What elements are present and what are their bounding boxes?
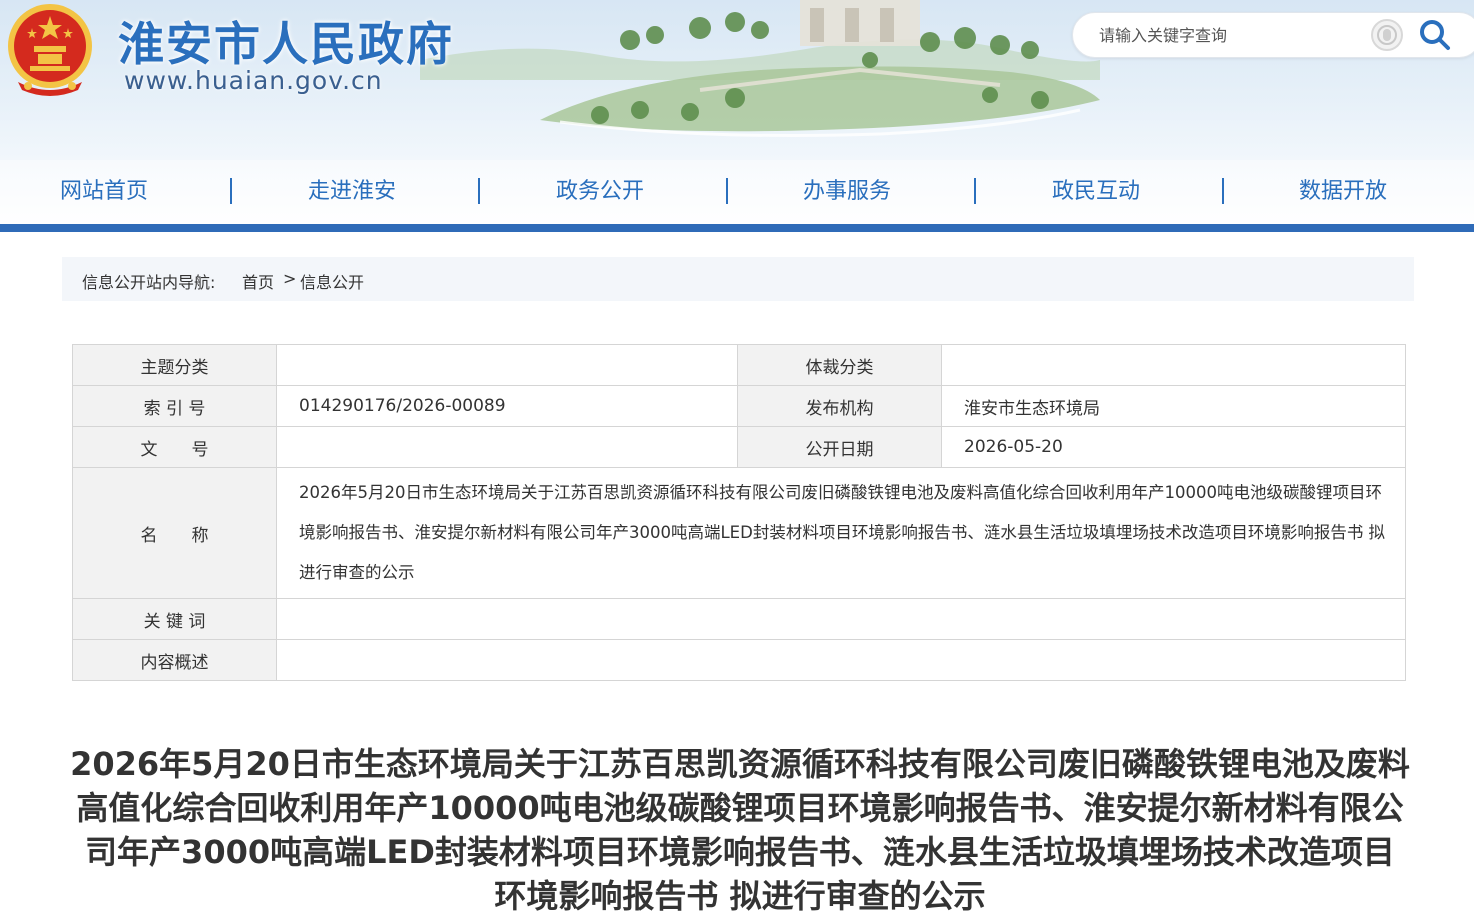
nav-underline-bar [0, 224, 1474, 232]
summary-label: 内容概述 [72, 639, 277, 681]
search-box [1072, 12, 1474, 58]
table-row: 关 键 词 [72, 598, 1406, 640]
name-label: 名 称 [72, 467, 277, 599]
accessibility-icon[interactable] [1370, 18, 1404, 52]
docno-value [276, 426, 738, 468]
genre-label: 体裁分类 [737, 344, 942, 386]
breadcrumb-label: 信息公开站内导航: [82, 273, 216, 292]
article-title: 2026年5月20日市生态环境局关于江苏百思凯资源循环科技有限公司废旧磷酸铁锂电… [70, 745, 1410, 915]
nav-separator [726, 178, 728, 204]
main-nav: 网站首页 走进淮安 政务公开 办事服务 政民互动 数据开放 [0, 160, 1474, 224]
nav-separator [478, 178, 480, 204]
table-row: 名 称 2026年5月20日市生态环境局关于江苏百思凯资源循环科技有限公司废旧磷… [72, 467, 1406, 599]
topic-value [276, 344, 738, 386]
site-title: 淮安市人民政府 [118, 17, 454, 71]
national-emblem [8, 4, 92, 96]
docno-label: 文 号 [72, 426, 277, 468]
search-input[interactable] [1099, 21, 1379, 49]
summary-value [276, 639, 1406, 681]
date-value: 2026-05-20 [941, 426, 1406, 468]
nav-item-home[interactable]: 网站首页 [60, 174, 148, 210]
search-icon[interactable] [1418, 18, 1452, 52]
breadcrumb-home-link[interactable]: 首页 [242, 269, 274, 293]
nav-separator [974, 178, 976, 204]
keywords-value [276, 598, 1406, 640]
publisher-label: 发布机构 [737, 385, 942, 427]
keywords-label: 关 键 词 [72, 598, 277, 640]
index-value: 014290176/2026-00089 [276, 385, 738, 427]
publisher-value: 淮安市生态环境局 [941, 385, 1406, 427]
index-label: 索 引 号 [72, 385, 277, 427]
breadcrumb-current-link[interactable]: 信息公开 [300, 269, 364, 293]
nav-separator [230, 178, 232, 204]
nav-item-open-data[interactable]: 数据开放 [1299, 174, 1387, 210]
site-url: www.huaian.gov.cn [124, 66, 383, 95]
nav-separator [1222, 178, 1224, 204]
table-row: 索 引 号 014290176/2026-00089 发布机构 淮安市生态环境局 [72, 385, 1406, 427]
nav-item-about-huaian[interactable]: 走进淮安 [308, 174, 396, 210]
name-value: 2026年5月20日市生态环境局关于江苏百思凯资源循环科技有限公司废旧磷酸铁锂电… [276, 467, 1406, 599]
breadcrumb: 信息公开站内导航: 首页 > 信息公开 [62, 257, 1414, 301]
table-row: 主题分类 体裁分类 [72, 344, 1406, 386]
table-row: 内容概述 [72, 639, 1406, 681]
breadcrumb-separator: > [283, 269, 297, 288]
genre-value [941, 344, 1406, 386]
table-row: 文 号 公开日期 2026-05-20 [72, 426, 1406, 468]
topic-label: 主题分类 [72, 344, 277, 386]
nav-item-government-affairs[interactable]: 政务公开 [556, 174, 644, 210]
document-info-table: 主题分类 体裁分类 索 引 号 014290176/2026-00089 发布机… [72, 344, 1406, 681]
date-label: 公开日期 [737, 426, 942, 468]
nav-item-interaction[interactable]: 政民互动 [1052, 174, 1140, 210]
nav-item-services[interactable]: 办事服务 [803, 174, 891, 210]
